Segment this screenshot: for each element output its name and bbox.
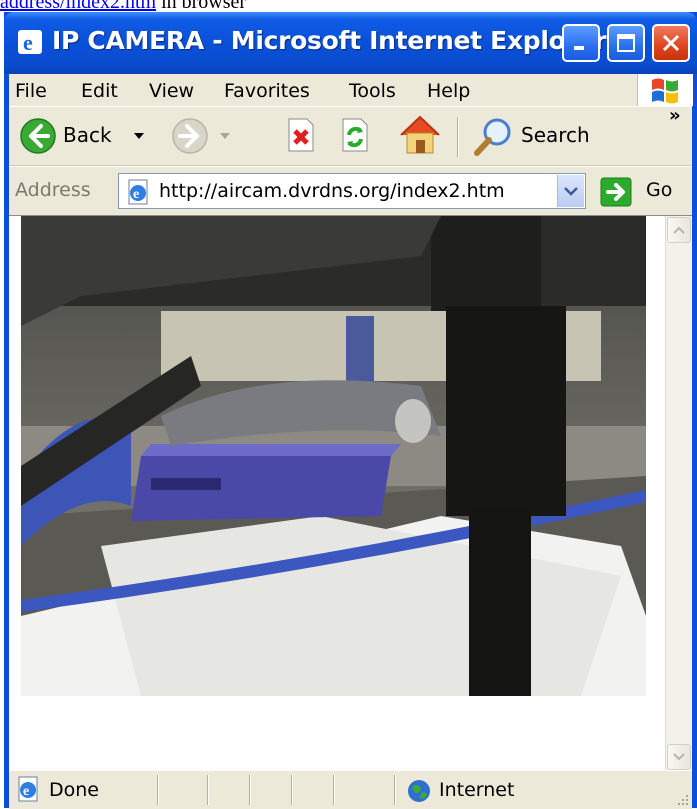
go-arrow-icon	[600, 177, 632, 207]
address-input[interactable]: e http://aircam.dvrdns.org/index2.htm	[118, 173, 586, 209]
refresh-icon	[342, 118, 368, 152]
windows-flag	[637, 74, 693, 106]
page-icon: e	[128, 179, 148, 205]
resize-grip-icon[interactable]	[676, 793, 690, 807]
home-icon	[400, 115, 440, 154]
standard-toolbar: Back Search »	[9, 105, 692, 166]
scroll-up-button[interactable]	[667, 217, 691, 243]
ie-window: e IP CAMERA - Microsoft Internet Explore…	[4, 12, 697, 809]
close-button[interactable]	[652, 24, 690, 62]
vertical-scrollbar[interactable]	[665, 216, 692, 771]
menu-bar: File Edit View Favorites Tools Help	[9, 74, 693, 107]
minimize-icon	[574, 46, 584, 50]
refresh-button[interactable]	[335, 115, 375, 155]
status-divider	[394, 775, 396, 805]
address-url: http://aircam.dvrdns.org/index2.htm	[159, 180, 505, 202]
caption-suffix: in browser	[156, 0, 247, 11]
forward-button[interactable]	[171, 113, 241, 159]
windows-flag-icon	[652, 78, 678, 104]
menu-favorites[interactable]: Favorites	[224, 80, 310, 102]
home-button[interactable]	[395, 111, 445, 159]
toolbar-chevron[interactable]: »	[669, 105, 681, 126]
scroll-down-button[interactable]	[667, 744, 691, 770]
window-title: IP CAMERA - Microsoft Internet Explorer	[52, 26, 607, 55]
page-done-icon: e	[18, 776, 38, 802]
stop-icon	[288, 118, 314, 152]
caption-link[interactable]: address/index2.htm	[0, 0, 156, 11]
forward-arrow-icon	[172, 118, 208, 154]
address-dropdown[interactable]	[557, 175, 584, 207]
svg-text:e: e	[23, 784, 29, 799]
status-text: Done	[49, 779, 99, 801]
globe-icon	[408, 780, 430, 802]
search-icon	[474, 118, 511, 156]
chevron-down-icon	[564, 187, 578, 196]
status-divider	[207, 775, 209, 805]
status-divider	[157, 775, 159, 805]
menu-file[interactable]: File	[15, 80, 47, 102]
minimize-button[interactable]	[562, 24, 600, 62]
maximize-button[interactable]	[607, 24, 645, 62]
camera-feed-image	[21, 216, 646, 696]
zone-text: Internet	[439, 779, 515, 801]
status-bar: e Done Internet	[9, 770, 692, 809]
status-divider	[333, 775, 335, 805]
browser-client: File Edit View Favorites Tools Help Back…	[9, 74, 693, 809]
back-button[interactable]: Back	[15, 113, 155, 159]
page-caption: address/index2.htm in browser	[0, 0, 697, 11]
maximize-icon	[617, 34, 635, 52]
address-label: Address	[15, 179, 91, 201]
go-label[interactable]: Go	[646, 179, 672, 201]
back-label: Back	[63, 123, 112, 147]
close-icon	[662, 34, 680, 52]
menu-view[interactable]: View	[149, 80, 194, 102]
svg-text:e: e	[133, 187, 139, 202]
ie-logo-icon: e	[18, 30, 42, 55]
title-bar[interactable]: e IP CAMERA - Microsoft Internet Explore…	[4, 12, 697, 74]
back-dropdown-icon[interactable]	[133, 131, 145, 141]
go-button[interactable]	[600, 177, 632, 211]
status-divider	[249, 775, 251, 805]
menu-edit[interactable]: Edit	[81, 80, 118, 102]
page-viewport	[9, 215, 692, 771]
svg-text:e: e	[23, 30, 33, 55]
search-label: Search	[521, 123, 590, 147]
back-arrow-icon	[20, 118, 56, 154]
scroll-up-icon	[673, 226, 685, 234]
stop-button[interactable]	[281, 115, 321, 155]
address-bar: Address e http://aircam.dvrdns.org/index…	[9, 166, 692, 215]
status-divider	[291, 775, 293, 805]
forward-dropdown-icon	[220, 133, 230, 139]
toolbar-separator	[457, 117, 459, 157]
scroll-down-icon	[673, 753, 685, 761]
menu-help[interactable]: Help	[427, 80, 470, 102]
search-button[interactable]: Search	[471, 113, 621, 159]
menu-tools[interactable]: Tools	[349, 80, 396, 102]
camera-scene	[21, 216, 646, 696]
